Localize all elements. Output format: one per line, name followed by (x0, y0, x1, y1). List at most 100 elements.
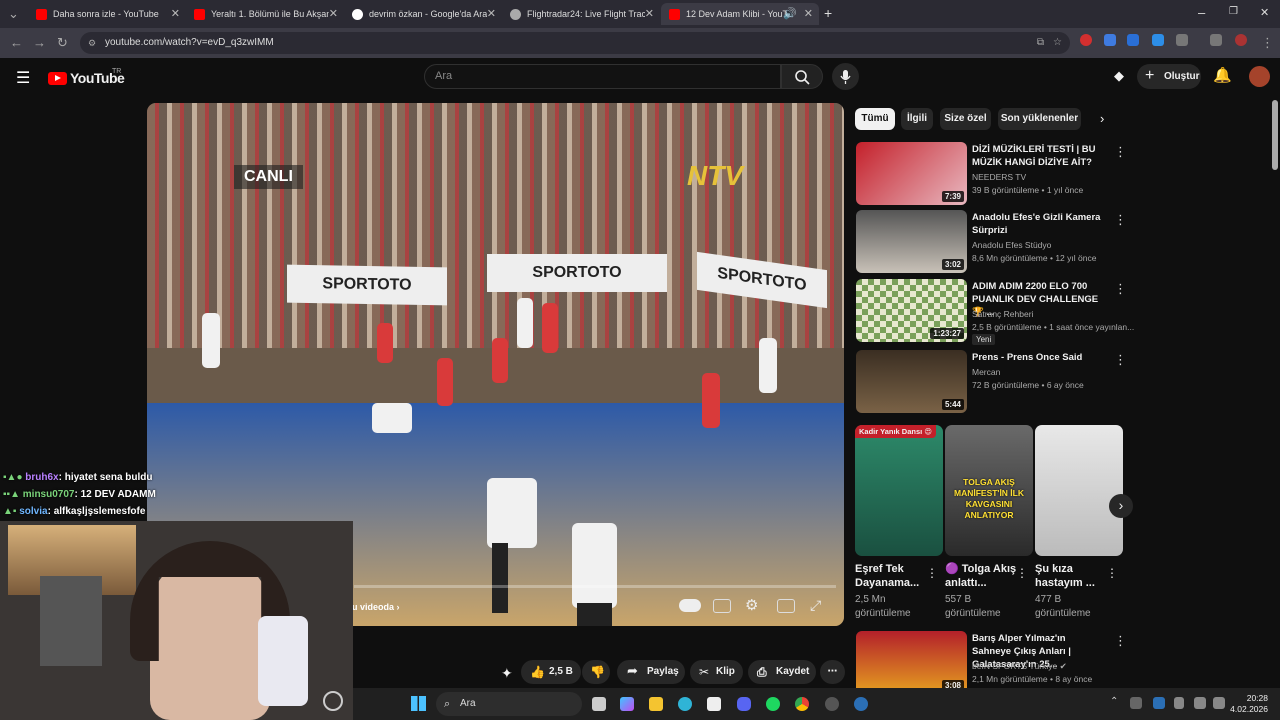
video-thumbnail[interactable]: 3:08 (856, 631, 967, 694)
restore-icon[interactable]: ❐ (1229, 6, 1238, 17)
hamburger-menu-icon[interactable]: ☰ (16, 68, 30, 88)
voice-search-button[interactable] (832, 63, 859, 90)
site-info-icon[interactable]: ⚙ (88, 32, 96, 54)
video-thumbnail[interactable]: 3:02 (856, 210, 967, 273)
dislike-button[interactable]: 👎 (582, 660, 610, 684)
chip-recently-uploaded[interactable]: Son yüklenenler (998, 108, 1081, 130)
like-button[interactable]: 👍 2,5 B (521, 660, 581, 684)
channel-name[interactable]: NEEDERS TV (972, 172, 1026, 182)
share-button[interactable]: ➦ Paylaş (617, 660, 685, 684)
recommended-video[interactable]: 5:44 Prens - Prens Once Said Mercan 72 B… (856, 350, 1266, 414)
shorts-thumbnail[interactable] (1035, 425, 1123, 556)
shorts-title[interactable]: Şu kıza hastayım ... (1035, 562, 1113, 590)
more-options-icon[interactable]: ⋮ (926, 566, 938, 580)
recommended-video[interactable]: 7:39 DİZİ MÜZİKLERİ TESTİ | BU MÜZİK HAN… (856, 142, 1266, 206)
in-video-link[interactable]: u videoda › (352, 602, 400, 612)
shorts-thumbnail[interactable]: Kadir Yanık Dansı 😍 (855, 425, 943, 556)
video-title[interactable]: Anadolu Efes'e Gizli Kamera Sürprizi (972, 211, 1107, 237)
browser-menu-icon[interactable]: ⋮ (1261, 35, 1274, 51)
fullscreen-icon[interactable]: ⤢ (810, 597, 821, 614)
tab-watch-later[interactable]: Daha sonra izle - YouTube ✕ (28, 3, 186, 25)
taskbar-clock[interactable]: 20:28 4.02.2026 (1228, 693, 1268, 715)
video-thumbnail[interactable]: 5:44 (856, 350, 967, 413)
video-thumbnail[interactable]: 7:39 (856, 142, 967, 205)
extension-2-icon[interactable] (1104, 34, 1116, 46)
extensions-puzzle-icon[interactable] (1176, 34, 1188, 46)
more-options-icon[interactable]: ⋮ (1114, 281, 1127, 297)
search-button[interactable] (781, 64, 823, 89)
obs-icon[interactable] (825, 697, 839, 711)
notifications-bell-icon[interactable]: 🔔 (1213, 66, 1232, 84)
settings-gear-icon[interactable]: ⚙ (745, 596, 758, 614)
close-tab-icon[interactable]: ✕ (171, 7, 180, 20)
new-tab-icon[interactable]: + (824, 5, 832, 21)
autoplay-toggle[interactable] (679, 599, 701, 612)
more-options-icon[interactable]: ⋮ (1114, 144, 1127, 160)
progress-bar[interactable] (354, 585, 836, 588)
file-explorer-icon[interactable] (649, 697, 663, 711)
search-input[interactable]: Ara (424, 64, 781, 89)
bookmark-star-icon[interactable]: ☆ (1053, 32, 1062, 54)
tray-chevron-icon[interactable]: ⌃ (1110, 696, 1118, 707)
url-field[interactable]: ⚙ youtube.com/watch?v=evD_q3zwIMM ⧉ ☆ (80, 32, 1070, 54)
close-tab-icon[interactable]: ✕ (804, 7, 813, 20)
more-options-icon[interactable]: ⋮ (1114, 212, 1127, 228)
account-avatar[interactable] (1249, 66, 1270, 87)
shorts-title[interactable]: 🟣 Tolga Akış anlattı... (945, 562, 1023, 590)
close-tab-icon[interactable]: ✕ (487, 7, 496, 20)
taskbar-search[interactable]: ⌕ Ara (436, 692, 582, 716)
tab-list-icon[interactable]: ⌄ (8, 6, 19, 22)
more-options-icon[interactable]: ⋮ (1114, 352, 1127, 368)
video-title[interactable]: Prens - Prens Once Said (972, 351, 1107, 364)
more-options-icon[interactable]: ⋮ (1106, 566, 1118, 580)
back-icon[interactable]: ← (10, 35, 23, 50)
tab-google-search[interactable]: devrim özkan - Google'da Ara ✕ (344, 3, 502, 25)
subtitles-icon[interactable] (713, 599, 731, 613)
shorts-next-arrow-icon[interactable]: › (1109, 494, 1133, 518)
channel-name[interactable]: beIN SPORTS Türkiye ✔ (972, 661, 1067, 672)
onedrive-icon[interactable] (1153, 697, 1165, 709)
channel-name[interactable]: Anadolu Efes Stüdyo (972, 240, 1051, 250)
sparkle-icon[interactable]: ✦ (501, 665, 513, 682)
windows-start-icon[interactable] (411, 696, 426, 711)
recommended-video[interactable]: 1:23:27 ADIM ADIM 2200 ELO 700 PUANLIK D… (856, 279, 1266, 345)
store-icon[interactable] (707, 697, 721, 711)
task-view-icon[interactable] (592, 697, 606, 711)
gem-icon[interactable]: ◆ (1114, 68, 1124, 84)
forward-icon[interactable]: → (33, 35, 46, 50)
channel-name[interactable]: Mercan (972, 367, 1000, 377)
clip-button[interactable]: ✂ Klip (690, 660, 743, 684)
tab-yeralti[interactable]: Yeraltı 1. Bölümü ile Bu Akşam... ✕ (186, 3, 344, 25)
chip-all[interactable]: Tümü (855, 108, 895, 130)
reload-icon[interactable]: ↻ (57, 35, 68, 51)
profile-avatar-icon[interactable] (1235, 34, 1247, 46)
channel-name[interactable]: Satranç Rehberi (972, 309, 1033, 319)
extension-1-icon[interactable] (1080, 34, 1092, 46)
settings-app-icon[interactable] (854, 697, 868, 711)
chrome-icon[interactable] (795, 697, 809, 711)
shorts-title[interactable]: Eşref Tek Dayanama... (855, 562, 933, 590)
tab-12-dev-adam[interactable]: 12 Dev Adam Klibi - YouTube 🔊 ✕ (661, 3, 819, 25)
page-scrollbar[interactable] (1272, 100, 1278, 170)
close-tab-icon[interactable]: ✕ (329, 7, 338, 20)
youtube-logo[interactable]: YouTube TR (48, 68, 125, 86)
speaker-icon[interactable]: 🔊 (783, 7, 797, 20)
recommended-video[interactable]: 3:02 Anadolu Efes'e Gizli Kamera Sürpriz… (856, 210, 1266, 274)
more-options-icon[interactable]: ⋮ (1016, 566, 1028, 580)
reading-list-icon[interactable] (1210, 34, 1222, 46)
minimize-icon[interactable]: – (1198, 5, 1205, 20)
video-thumbnail[interactable]: 1:23:27 (856, 279, 967, 342)
microphone-icon[interactable] (1174, 697, 1184, 709)
more-actions-button[interactable]: ⋯ (820, 660, 845, 684)
chip-for-you[interactable]: Size özel (940, 108, 991, 130)
network-icon[interactable] (1194, 697, 1206, 709)
video-title[interactable]: DİZİ MÜZİKLERİ TESTİ | BU MÜZİK HANGİ Dİ… (972, 143, 1107, 169)
edge-icon[interactable] (678, 697, 692, 711)
spotify-icon[interactable] (766, 697, 780, 711)
create-button[interactable]: + Oluştur (1137, 64, 1201, 89)
tray-app-icon[interactable] (1130, 697, 1142, 709)
miniplayer-icon[interactable] (777, 599, 795, 613)
close-window-icon[interactable]: ✕ (1260, 6, 1269, 19)
extension-3-icon[interactable] (1127, 34, 1139, 46)
close-tab-icon[interactable]: ✕ (645, 7, 654, 20)
